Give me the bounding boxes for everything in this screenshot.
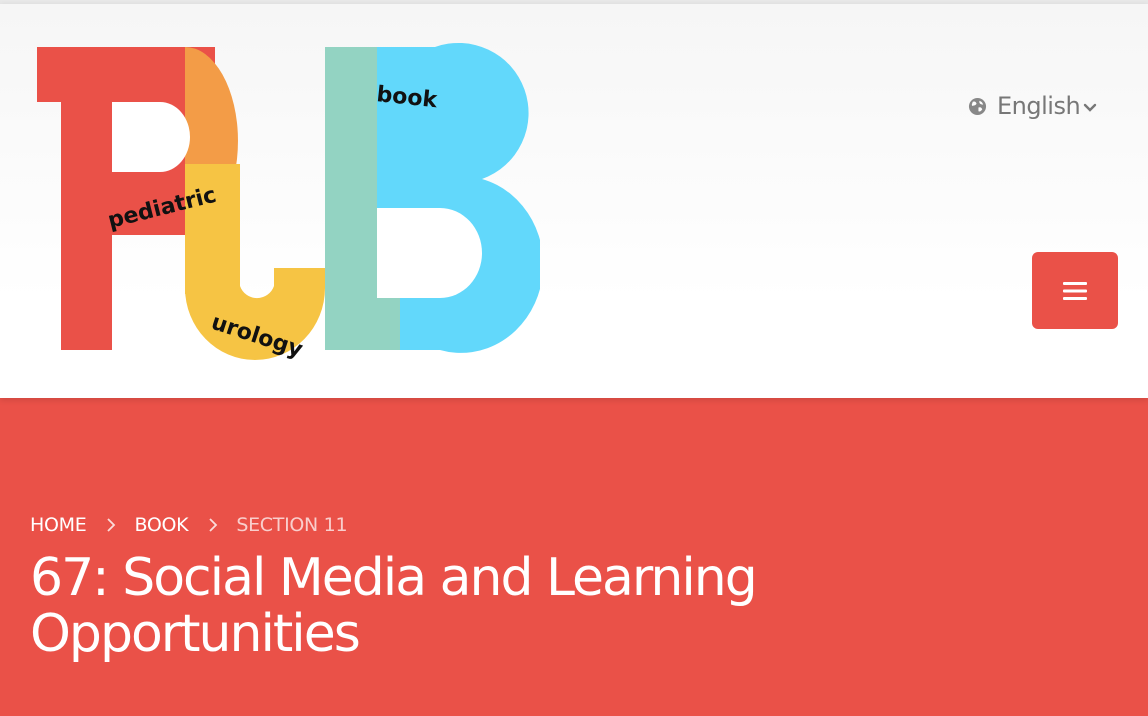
chevron-down-icon — [1083, 103, 1097, 112]
breadcrumb: HOME BOOK SECTION 11 — [30, 514, 348, 536]
language-label: English — [997, 92, 1081, 120]
chevron-right-icon — [107, 518, 116, 532]
menu-button[interactable] — [1032, 252, 1118, 329]
page-banner: HOME BOOK SECTION 11 67: Social Media an… — [0, 398, 1148, 716]
page-title: 67: Social Media and Learning Opportunit… — [30, 548, 758, 664]
breadcrumb-book-link[interactable]: BOOK — [134, 514, 188, 536]
hamburger-icon — [1063, 281, 1087, 300]
chevron-right-icon — [209, 518, 218, 532]
site-header: pediatric urology book English — [0, 4, 1148, 398]
language-selector[interactable]: English — [968, 90, 1097, 122]
globe-icon — [968, 97, 987, 115]
breadcrumb-home-link[interactable]: HOME — [30, 514, 87, 536]
breadcrumb-current-section: SECTION 11 — [236, 514, 348, 536]
site-logo[interactable]: pediatric urology book — [30, 38, 544, 368]
